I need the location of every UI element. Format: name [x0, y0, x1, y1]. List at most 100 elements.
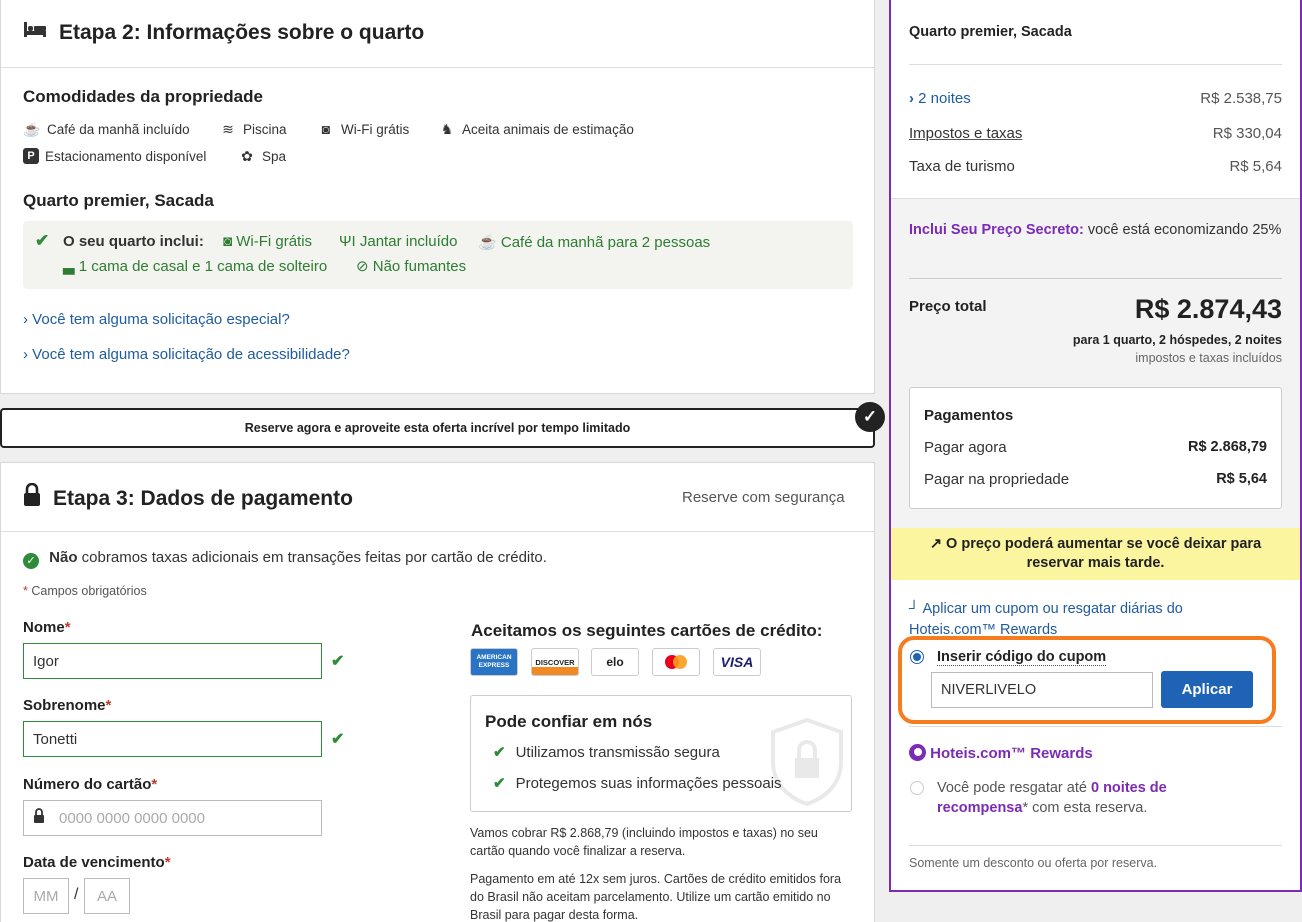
amex-logo: AMERICAN EXPRESS — [470, 648, 518, 676]
required-note: * Campos obrigatórios — [23, 584, 147, 598]
amenity-wifi: ◙ Wi-Fi grátis — [317, 121, 409, 137]
check-icon: ✔ — [493, 744, 506, 761]
dog-icon: ♞ — [440, 121, 454, 137]
tourism-row: Taxa de turismo R$ 5,64 — [909, 158, 1282, 175]
divider — [909, 845, 1282, 846]
expiry-month-input[interactable]: MM — [23, 878, 69, 914]
visa-logo: VISA — [713, 648, 761, 676]
rewards-radio[interactable] — [910, 781, 924, 795]
check-icon: ✔ — [493, 775, 506, 792]
secure-booking-text: Reserve com segurança — [682, 489, 845, 506]
expiry-label: Data de vencimento* — [23, 854, 171, 871]
step2-title: Etapa 2: Informações sobre o quarto — [59, 21, 425, 44]
wifi-icon: ◙ — [321, 121, 331, 137]
includes-label: O seu quarto inclui: — [63, 233, 204, 250]
payments-box: Pagamentos Pagar agora R$ 2.868,79 Pagar… — [909, 387, 1282, 509]
coffee-icon: ☕ — [23, 121, 41, 137]
room-includes-box: ✔ O seu quarto inclui: ◙ Wi-Fi grátis ΨΙ… — [23, 221, 853, 289]
rewards-title: Hoteis.com™ Rewards — [909, 744, 1093, 762]
lotus-icon: ✿ — [241, 148, 253, 164]
total-detail: para 1 quarto, 2 hóspedes, 2 noites — [1072, 333, 1282, 347]
check-circle-icon: ✓ — [23, 553, 39, 569]
room-info-card: Etapa 2: Informações sobre o quarto Como… — [0, 0, 875, 394]
rewards-note: Você pode resgatar até 0 noites de recom… — [937, 780, 1167, 816]
nights-toggle[interactable]: › 2 noites — [909, 90, 971, 107]
installments-note: Pagamento em até 12x sem juros. Cartões … — [470, 872, 842, 922]
limited-offer-banner: Reserve agora e aproveite esta oferta in… — [0, 408, 875, 448]
apply-coupon-button[interactable]: Aplicar — [1161, 671, 1253, 708]
chevron-right-icon: › — [23, 311, 28, 328]
mastercard-logo — [652, 648, 700, 676]
include-dinner: ΨΙ Jantar incluído — [339, 233, 458, 250]
coupon-link[interactable]: ┘ Aplicar um cupom ou resgatar diárias d… — [909, 599, 1250, 641]
rewards-logo-icon — [909, 744, 926, 761]
divider — [1, 531, 874, 532]
first-name-label: Nome* — [23, 619, 71, 636]
summary-room: Quarto premier, Sacada — [909, 24, 1072, 40]
no-smoking-icon: ⊘ — [356, 258, 369, 275]
check-circle-icon: ✓ — [855, 402, 885, 432]
divider — [909, 278, 1282, 279]
special-request-link[interactable]: › Você tem alguma solicitação especial? — [23, 311, 290, 328]
price-increase-warning: ↗ O preço poderá aumentar se você deixar… — [891, 528, 1300, 580]
bed-icon: ▃ — [63, 258, 75, 275]
expiry-separator: / — [74, 886, 79, 903]
bed-icon — [23, 19, 47, 42]
expiry-year-input[interactable]: AA — [84, 878, 130, 914]
coupon-input[interactable]: NIVERLIVELO — [931, 672, 1153, 708]
last-name-input[interactable]: Tonetti — [23, 721, 322, 757]
pay-property-label: Pagar na propriedade — [924, 471, 1070, 488]
card-number-input[interactable]: 0000 0000 0000 0000 — [23, 800, 322, 836]
lock-icon — [33, 808, 45, 828]
pool-icon: ≋ — [222, 121, 234, 137]
pay-now-value: R$ 2.868,79 — [1187, 439, 1267, 455]
corner-arrow-icon: ┘ — [909, 601, 920, 617]
shield-lock-icon — [771, 717, 843, 809]
coupon-radio[interactable] — [910, 650, 924, 664]
lock-icon — [23, 482, 41, 510]
divider — [909, 64, 1282, 65]
wifi-icon: ◙ — [223, 233, 233, 250]
accepted-cards-title: Aceitamos os seguintes cartões de crédit… — [471, 621, 823, 640]
secret-price-note: Inclui Seu Preço Secreto: você está econ… — [909, 222, 1282, 238]
amenity-breakfast: ☕ Café da manhã incluído — [23, 121, 190, 137]
amenity-pool: ≋ Piscina — [219, 121, 286, 138]
include-nonsmoking: ⊘ Não fumantes — [356, 258, 467, 275]
pay-now-label: Pagar agora — [924, 439, 1007, 456]
coupon-option-label: Inserir código do cupom — [937, 649, 1107, 666]
divider — [909, 726, 1282, 727]
amenity-pets: ♞ Aceita animais de estimação — [438, 121, 634, 138]
no-fee-notice: ✓ Não cobramos taxas adicionais em trans… — [23, 549, 547, 569]
footer-note: Somente um desconto ou oferta por reserv… — [909, 856, 1158, 870]
parking-icon: P — [23, 148, 39, 164]
first-name-input[interactable]: Igor — [23, 643, 322, 679]
taxes-link[interactable]: Impostos e taxas — [909, 125, 1022, 142]
pay-property-value: R$ 5,64 — [1216, 471, 1267, 487]
discover-logo: DISCOVER — [531, 648, 579, 676]
chevron-right-icon: › — [23, 346, 28, 363]
room-title: Quarto premier, Sacada — [23, 191, 214, 210]
amenity-spa: ✿ Spa — [238, 148, 286, 165]
include-breakfast: ☕ Café da manhã para 2 pessoas — [478, 234, 711, 251]
valid-check-icon: ✔ — [331, 731, 345, 748]
card-number-label: Número do cartão* — [23, 776, 158, 793]
elo-logo: elo — [591, 648, 639, 676]
chevron-right-icon: › — [909, 90, 914, 107]
amenity-parking: P Estacionamento disponível — [23, 148, 206, 164]
amenities-title: Comodidades da propriedade — [23, 87, 263, 106]
divider — [1, 67, 874, 68]
total-label: Preço total — [909, 298, 987, 315]
accessibility-request-link[interactable]: › Você tem alguma solicitação de acessib… — [23, 346, 350, 363]
include-beds: ▃ 1 cama de casal e 1 cama de solteiro — [63, 258, 328, 275]
step3-title: Etapa 3: Dados de pagamento — [53, 487, 353, 510]
trust-title: Pode confiar em nós — [485, 712, 653, 731]
trust-item-secure: ✔ Utilizamos transmissão segura — [493, 744, 720, 761]
trending-up-icon: ↗ — [929, 536, 942, 552]
last-name-label: Sobrenome* — [23, 697, 112, 714]
valid-check-icon: ✔ — [331, 653, 345, 670]
include-wifi: ◙ Wi-Fi grátis — [223, 233, 313, 250]
trust-box: Pode confiar em nós ✔ Utilizamos transmis… — [470, 695, 852, 812]
nights-row: › 2 noites R$ 2.538,75 — [909, 90, 1282, 107]
coffee-icon: ☕ — [478, 234, 497, 251]
charge-note: Vamos cobrar R$ 2.868,79 (incluindo impo… — [470, 826, 818, 858]
